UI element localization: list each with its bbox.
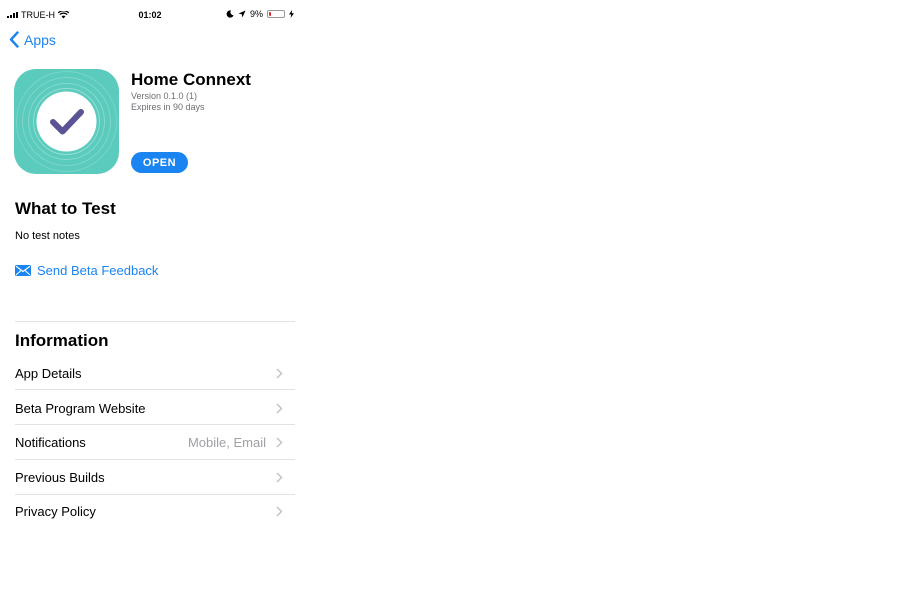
charging-bolt-icon <box>289 10 294 18</box>
row-label: App Details <box>15 365 82 381</box>
checkmark-icon <box>16 71 117 172</box>
status-right: 9% <box>226 9 294 19</box>
row-beta-program-website[interactable]: Beta Program Website <box>15 391 295 425</box>
chevron-right-icon <box>276 367 283 379</box>
app-version: Version 0.1.0 (1) <box>131 91 198 101</box>
row-previous-builds[interactable]: Previous Builds <box>15 460 295 494</box>
app-title: Home Connext <box>131 70 251 89</box>
envelope-icon <box>15 265 31 276</box>
testflight-app-screen: TRUE-H 01:02 9% Apps Home Connext Versio… <box>0 0 300 590</box>
section-divider <box>15 321 295 322</box>
row-label: Privacy Policy <box>15 503 96 519</box>
app-expiry: Expires in 90 days <box>131 102 205 112</box>
location-arrow-icon <box>238 10 246 18</box>
row-separator <box>15 389 295 390</box>
back-label: Apps <box>24 31 56 48</box>
row-label: Beta Program Website <box>15 400 146 416</box>
send-beta-feedback-link[interactable]: Send Beta Feedback <box>15 263 158 278</box>
chevron-right-icon <box>276 471 283 483</box>
row-notifications[interactable]: Notifications Mobile, Email <box>15 425 295 459</box>
information-heading: Information <box>15 331 109 350</box>
moon-icon <box>226 10 234 18</box>
battery-icon <box>267 10 285 18</box>
status-bar: TRUE-H 01:02 9% <box>0 0 300 30</box>
chevron-left-icon <box>9 31 19 48</box>
back-button[interactable]: Apps <box>9 31 56 48</box>
open-button[interactable]: OPEN <box>131 152 188 173</box>
chevron-right-icon <box>276 402 283 414</box>
notifications-detail: Mobile, Email <box>187 434 266 450</box>
test-notes: No test notes <box>15 230 80 242</box>
app-icon <box>14 69 119 174</box>
battery-percent: 9% <box>249 9 263 19</box>
chevron-right-icon <box>276 436 283 448</box>
chevron-right-icon <box>276 505 283 517</box>
row-privacy-policy[interactable]: Privacy Policy <box>15 494 295 528</box>
row-label: Notifications <box>15 434 86 450</box>
what-to-test-heading: What to Test <box>15 199 116 218</box>
row-app-details[interactable]: App Details <box>15 356 295 390</box>
row-label: Previous Builds <box>15 469 105 485</box>
feedback-label: Send Beta Feedback <box>37 263 159 278</box>
